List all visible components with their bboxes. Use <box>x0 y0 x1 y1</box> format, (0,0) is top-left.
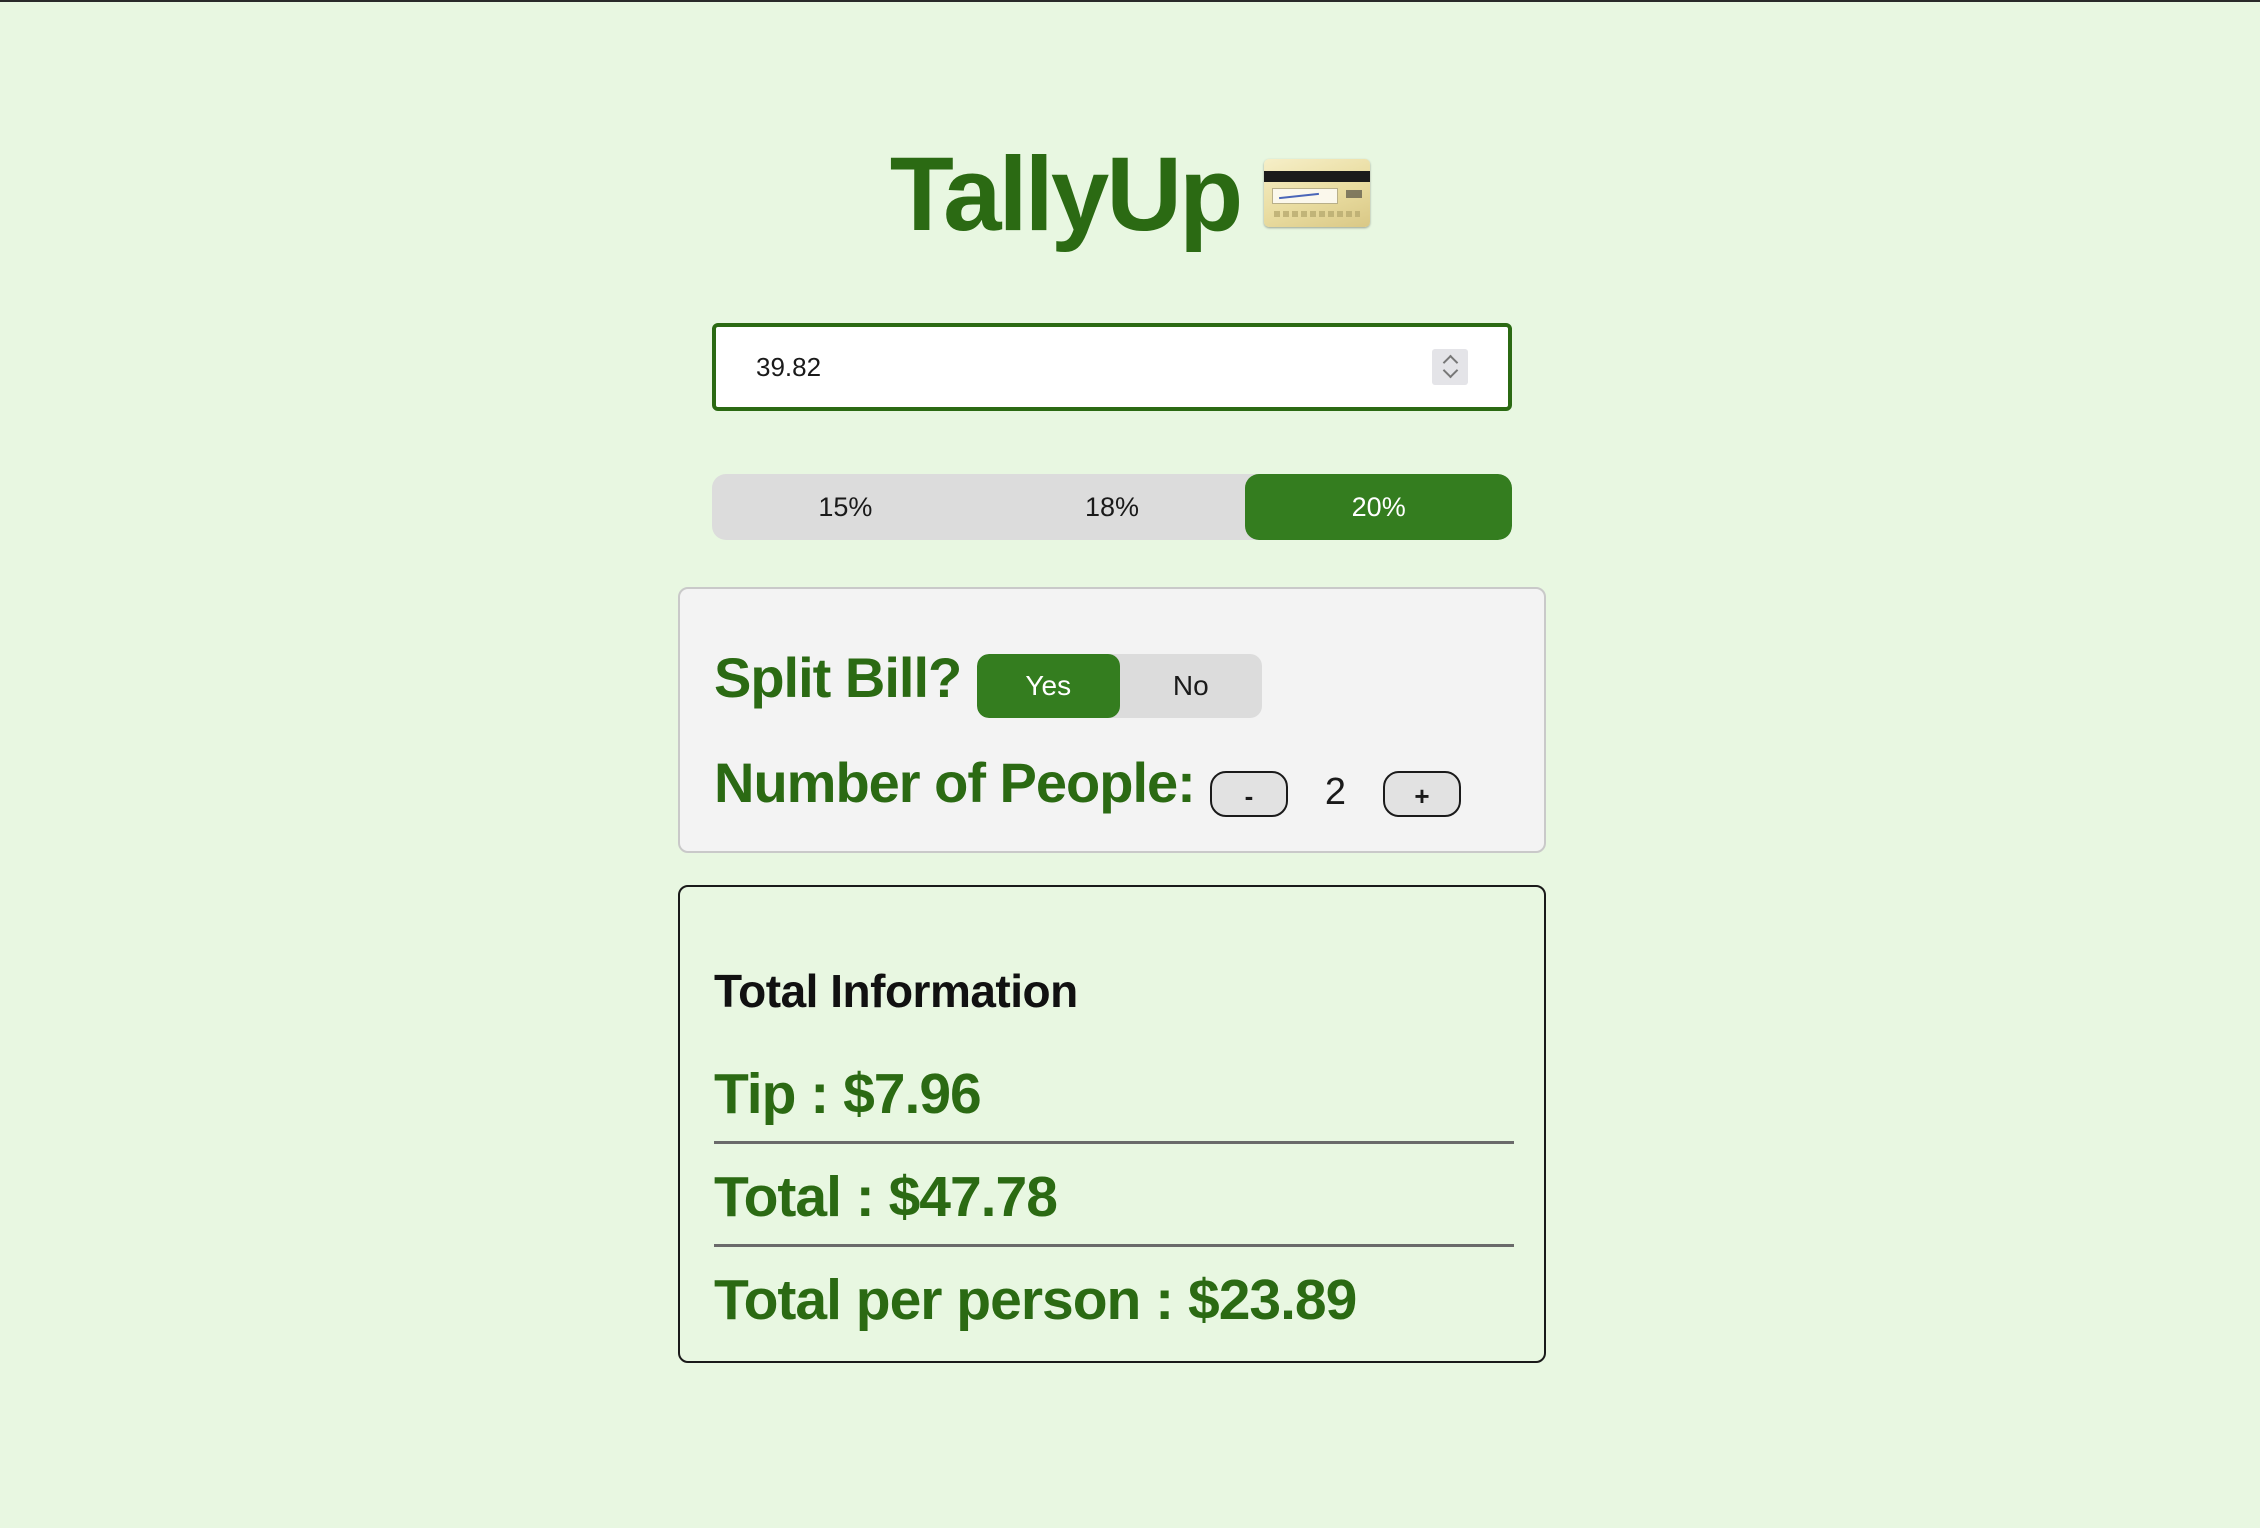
bill-amount-input[interactable] <box>716 327 1508 407</box>
header: TallyUp <box>0 134 2260 254</box>
total-information-heading: Total Information <box>714 965 1078 1017</box>
tip-option-18[interactable]: 18% <box>979 474 1246 540</box>
tip-calculator-app: TallyUp 15% 18% 20% Split Bill? Yes No N… <box>0 2 2260 1528</box>
divider <box>714 1244 1514 1247</box>
credit-card-icon <box>1264 159 1371 227</box>
number-spinner-icon[interactable] <box>1432 349 1468 385</box>
tip-percentage-selector: 15% 18% 20% <box>712 474 1512 540</box>
split-bill-panel: Split Bill? Yes No Number of People: - 2… <box>678 587 1546 853</box>
divider <box>714 1141 1514 1144</box>
total-amount: Total : $47.78 <box>714 1165 1058 1229</box>
split-bill-toggle: Yes No <box>977 654 1262 718</box>
total-per-person: Total per person : $23.89 <box>714 1268 1357 1332</box>
signature-strip <box>1272 188 1339 204</box>
decrease-people-button[interactable]: - <box>1210 771 1288 817</box>
number-of-people-label: Number of People: <box>714 751 1196 814</box>
tip-amount: Tip : $7.96 <box>714 1062 982 1126</box>
tip-option-20[interactable]: 20% <box>1245 474 1512 540</box>
people-count: 2 <box>1324 770 1347 813</box>
magnetic-stripe <box>1264 171 1371 182</box>
app-title: TallyUp <box>889 135 1243 253</box>
cvv-box <box>1346 190 1363 198</box>
bill-amount-field[interactable] <box>712 323 1512 411</box>
tip-option-15[interactable]: 15% <box>712 474 979 540</box>
split-yes-button[interactable]: Yes <box>977 654 1120 718</box>
split-bill-label: Split Bill? <box>714 646 962 709</box>
split-no-button[interactable]: No <box>1120 654 1263 718</box>
increase-people-button[interactable]: + <box>1383 771 1461 817</box>
total-information-panel: Total Information Tip : $7.96 Total : $4… <box>678 885 1546 1363</box>
card-number-embossing <box>1274 211 1361 217</box>
